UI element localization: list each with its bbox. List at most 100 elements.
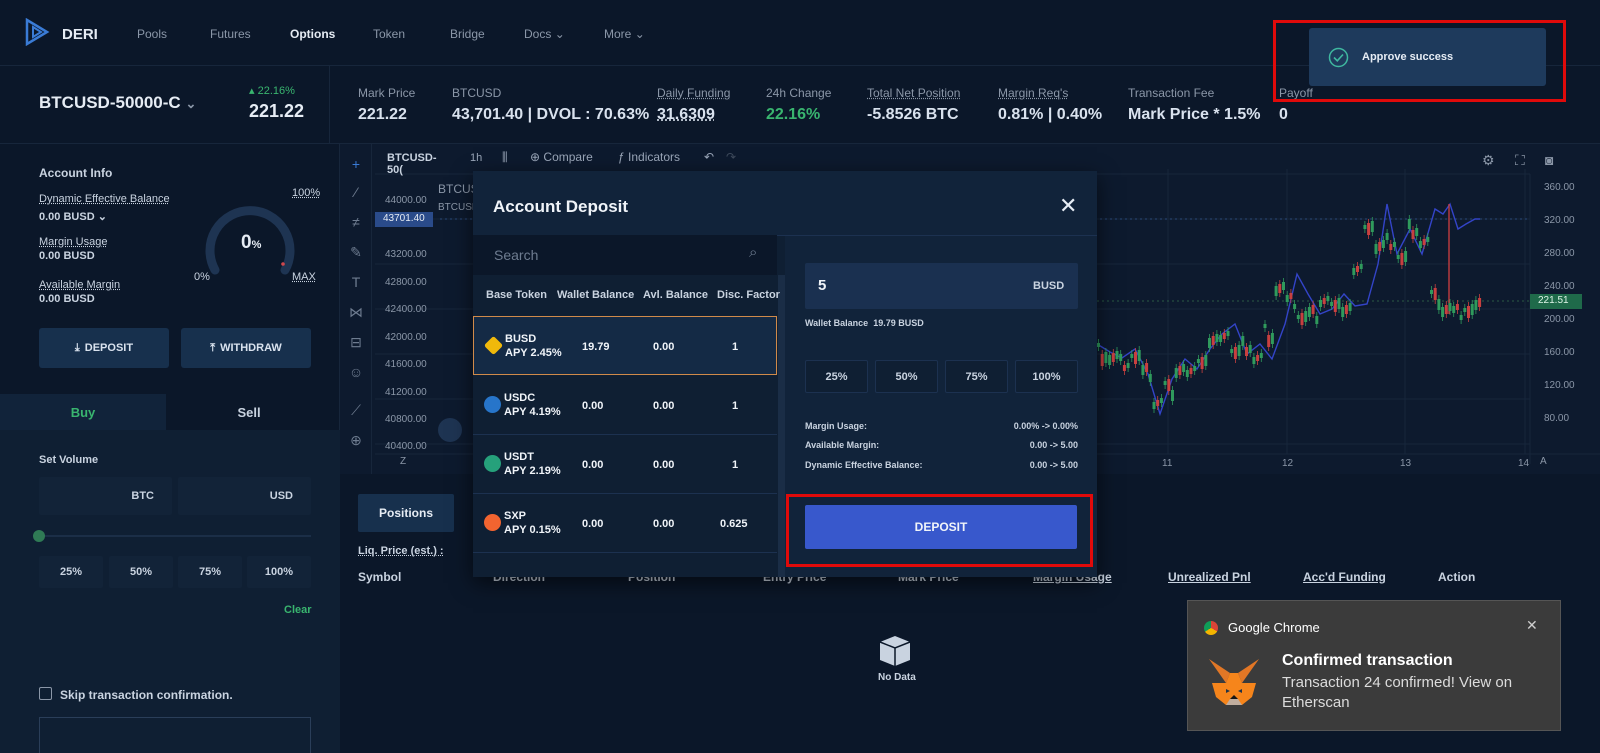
right-axis-label: 360.00 xyxy=(1544,182,1575,193)
token-list-scrollbar[interactable] xyxy=(778,275,785,577)
auto-scale-icon[interactable]: A xyxy=(1540,456,1547,467)
token-row-usdt[interactable]: USDT APY 2.19% 0.00 0.00 1 xyxy=(473,435,777,494)
nav-options[interactable]: Options xyxy=(290,27,335,41)
symbol-price: 221.22 xyxy=(249,101,305,121)
volume-slider-handle[interactable] xyxy=(33,530,45,542)
col-unrealized-pnl: Unrealized Pnl xyxy=(1168,570,1251,584)
modal-available-margin-value: 0.00 -> 5.00 xyxy=(1029,440,1078,450)
nav-token[interactable]: Token xyxy=(373,27,405,41)
volume-btc-input[interactable]: BTC xyxy=(39,477,172,515)
stat-label-daily-funding[interactable]: Daily Funding xyxy=(657,86,730,100)
token-apy: APY 4.19% xyxy=(504,406,561,418)
stat-label-margin-req[interactable]: Margin Req's xyxy=(998,86,1068,100)
close-icon[interactable]: ✕ xyxy=(1059,193,1077,219)
trend-line-icon[interactable]: ⁄ xyxy=(348,184,364,200)
indicators-button[interactable]: ƒ Indicators xyxy=(618,150,680,164)
withdraw-button[interactable]: ⤒ WITHDRAW xyxy=(181,328,311,368)
token-row-sxp[interactable]: SXP APY 0.15% 0.00 0.00 0.625 xyxy=(473,494,777,553)
deposit-button[interactable]: ⤓ DEPOSIT xyxy=(39,328,169,368)
candle-type-icon[interactable]: ⫼ xyxy=(502,150,508,165)
deposit-amount-input[interactable]: 5 BUSD xyxy=(805,263,1078,309)
close-icon[interactable]: ✕ xyxy=(1526,617,1538,634)
right-axis-label: 200.00 xyxy=(1544,314,1575,325)
token-row-usdc[interactable]: USDC APY 4.19% 0.00 0.00 1 xyxy=(473,376,777,435)
right-current-price: 221.51 xyxy=(1530,294,1582,309)
deb-label[interactable]: Dynamic Effective Balance xyxy=(39,193,170,205)
deb-value[interactable]: 0.00 BUSD ⌄ xyxy=(39,210,107,223)
measure-icon[interactable]: ⊟ xyxy=(348,334,364,350)
tradingview-logo-icon[interactable] xyxy=(438,418,462,442)
nav-futures[interactable]: Futures xyxy=(210,27,251,41)
ruler-icon[interactable]: ⟋ xyxy=(348,402,364,418)
fib-icon[interactable]: ≠ xyxy=(348,214,364,230)
skip-confirm-checkbox[interactable] xyxy=(39,687,52,700)
compare-button[interactable]: ⊕ Compare xyxy=(530,150,593,164)
token-name: USDT xyxy=(504,451,534,463)
camera-icon[interactable]: ◙ xyxy=(1545,152,1553,168)
brush-icon[interactable]: ✎ xyxy=(348,244,364,260)
brand-name[interactable]: DERI xyxy=(62,26,98,43)
trade-pct-100[interactable]: 100% xyxy=(247,556,311,588)
token-avl: 0.00 xyxy=(653,341,675,353)
zoom-in-icon[interactable]: ⊕ xyxy=(348,432,364,448)
usdt-icon xyxy=(484,455,501,472)
nav-bridge[interactable]: Bridge xyxy=(450,27,485,41)
text-icon[interactable]: T xyxy=(348,274,364,290)
settings-gear-icon[interactable]: ⚙ xyxy=(1482,152,1495,169)
token-wallet: 0.00 xyxy=(582,400,604,412)
chart-symbol[interactable]: BTCUSD-50( xyxy=(387,152,437,176)
left-axis-label: 41200.00 xyxy=(385,387,427,398)
deposit-pct-25[interactable]: 25% xyxy=(805,360,868,393)
wallet-balance-label: Wallet Balance xyxy=(805,318,869,328)
left-axis-label: 42000.00 xyxy=(385,332,427,343)
deposit-pct-100[interactable]: 100% xyxy=(1015,360,1078,393)
deposit-pct-75[interactable]: 75% xyxy=(945,360,1008,393)
x-axis-label: 11 xyxy=(1162,458,1173,469)
undo-icon[interactable]: ↶ xyxy=(704,150,714,164)
sxp-icon xyxy=(484,514,501,531)
trade-pct-25[interactable]: 25% xyxy=(39,556,103,588)
submit-button-partial[interactable] xyxy=(39,717,311,753)
skip-confirm-label[interactable]: Skip transaction confirmation. xyxy=(60,688,233,702)
token-disc: 0.625 xyxy=(720,518,748,530)
volume-usd-input[interactable]: USD xyxy=(178,477,311,515)
gauge-max: MAX xyxy=(292,271,316,283)
timezone-icon[interactable]: Z xyxy=(400,456,406,467)
right-axis-label: 80.00 xyxy=(1544,413,1570,424)
margin-usage-label[interactable]: Margin Usage xyxy=(39,236,107,248)
change-pct: 22.16% xyxy=(257,85,295,97)
crosshair-icon[interactable]: + xyxy=(348,156,364,172)
stat-value-24h-change: 22.16% xyxy=(766,106,821,123)
deri-logo-icon[interactable] xyxy=(24,18,50,46)
stat-value-daily-funding[interactable]: 31.6309 xyxy=(657,106,715,124)
token-apy: APY 2.19% xyxy=(504,465,561,477)
chart-interval[interactable]: 1h xyxy=(470,152,482,164)
th-avl-balance: Avl. Balance xyxy=(643,289,709,301)
chevron-down-icon: ⌄ xyxy=(554,27,565,41)
pattern-icon[interactable]: ⋈ xyxy=(348,304,364,320)
chrome-notification[interactable]: Google Chrome ✕ Confirmed transaction Tr… xyxy=(1187,600,1561,731)
volume-slider-track[interactable] xyxy=(39,535,311,537)
right-axis-label: 320.00 xyxy=(1544,215,1575,226)
tab-buy[interactable]: Buy xyxy=(0,394,166,430)
token-search-input[interactable]: Search ⌕ xyxy=(473,235,777,275)
tab-positions[interactable]: Positions xyxy=(358,494,454,532)
available-margin-label[interactable]: Available Margin xyxy=(39,279,120,291)
deposit-pct-50[interactable]: 50% xyxy=(875,360,938,393)
nav-docs[interactable]: Docs ⌄ xyxy=(524,27,565,41)
stat-label-total-net-position[interactable]: Total Net Position xyxy=(867,86,960,100)
left-axis-label: 40800.00 xyxy=(385,414,427,425)
emoji-icon[interactable]: ☺ xyxy=(348,364,364,380)
nav-pools[interactable]: Pools xyxy=(137,27,167,41)
clear-button[interactable]: Clear xyxy=(284,604,312,616)
nav-more[interactable]: More ⌄ xyxy=(604,27,645,41)
token-apy: APY 2.45% xyxy=(505,347,562,359)
trade-pct-50[interactable]: 50% xyxy=(109,556,173,588)
fullscreen-icon[interactable]: ⛶ xyxy=(1515,152,1525,169)
tab-sell[interactable]: Sell xyxy=(166,394,332,430)
token-row-busd[interactable]: BUSD APY 2.45% 19.79 0.00 1 xyxy=(473,316,777,375)
modal-margin-usage-label: Margin Usage: xyxy=(805,421,868,431)
redo-icon[interactable]: ↷ xyxy=(726,150,736,164)
left-axis-label: 44000.00 xyxy=(385,195,427,206)
trade-pct-75[interactable]: 75% xyxy=(178,556,242,588)
